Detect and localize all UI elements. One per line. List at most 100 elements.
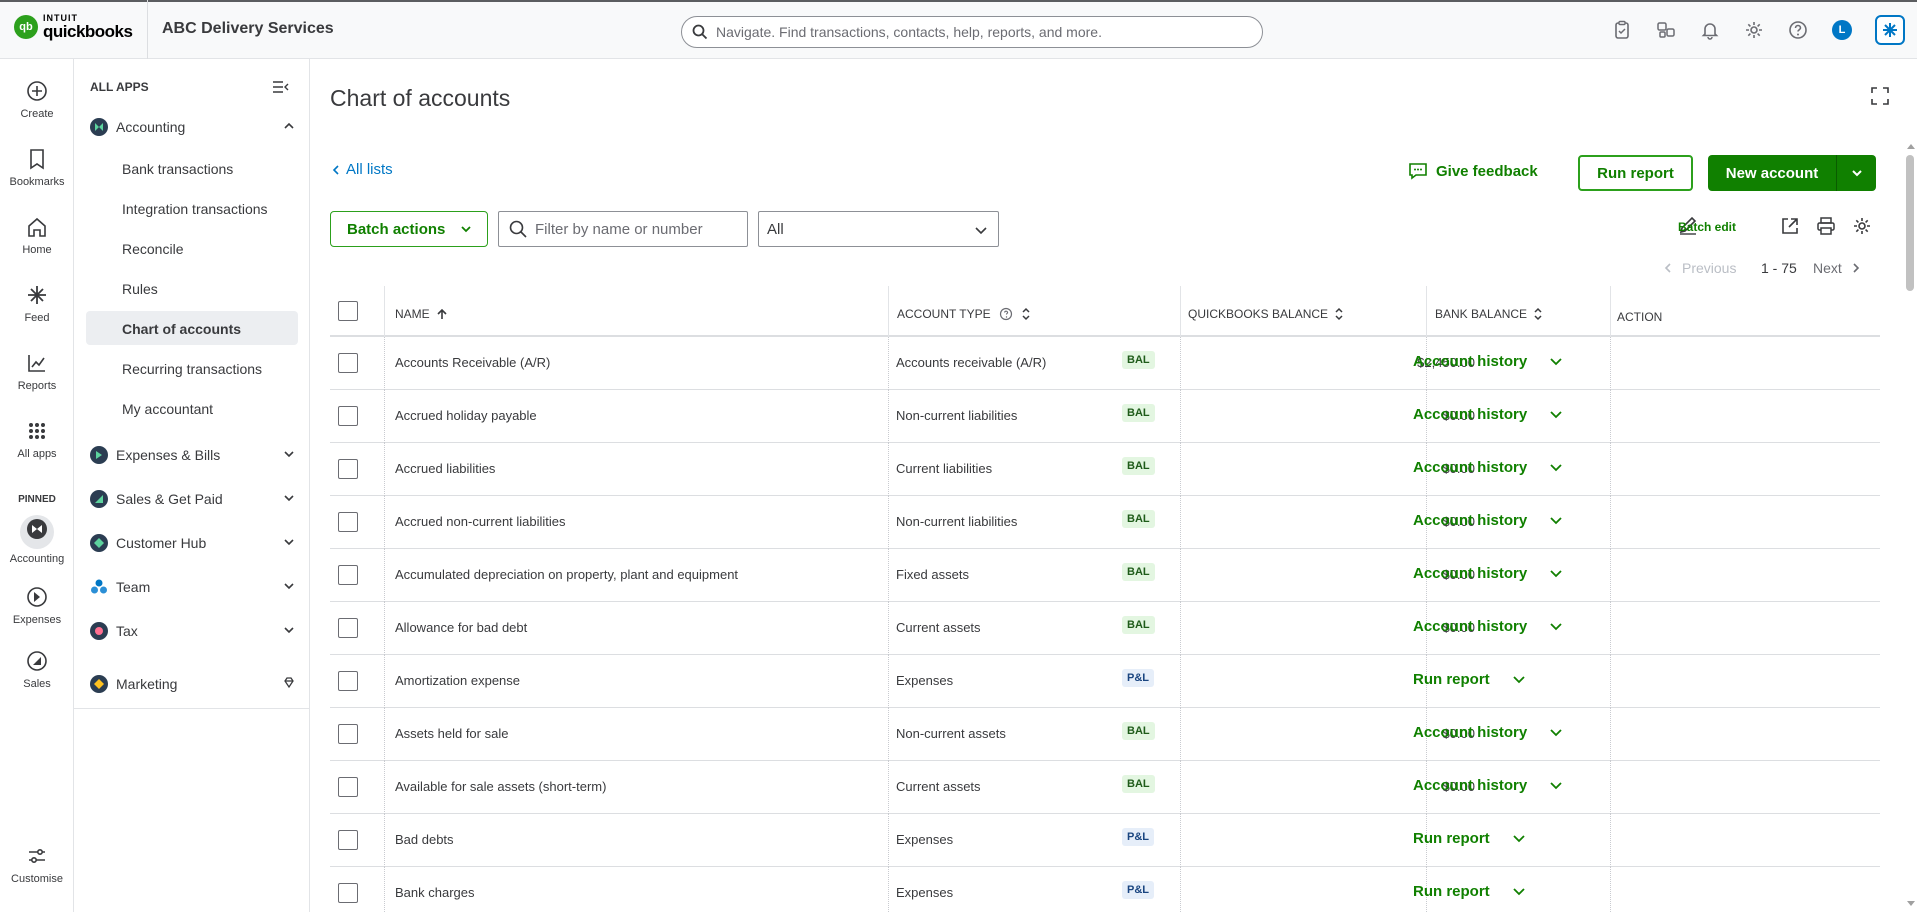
table-row[interactable]: Bank charges Expenses P&L Run report	[330, 867, 1880, 912]
chevron-down-icon[interactable]	[1549, 461, 1563, 475]
header-qb-balance[interactable]: QUICKBOOKS BALANCE	[1188, 307, 1344, 321]
rail-bookmarks[interactable]: Bookmarks	[0, 148, 74, 188]
chevron-down-icon[interactable]	[1512, 885, 1526, 899]
rail-customise[interactable]: Customise	[0, 845, 74, 885]
row-checkbox[interactable]	[338, 830, 358, 850]
chevron-down-icon[interactable]	[1549, 726, 1563, 740]
rail-pinned-sales[interactable]: Sales	[0, 650, 74, 690]
chevron-down-icon[interactable]	[1549, 514, 1563, 528]
gear-icon[interactable]	[1744, 20, 1764, 40]
batch-edit-link[interactable]: Batch edit	[1678, 220, 1736, 234]
nav-group-marketing[interactable]: Marketing	[90, 672, 296, 696]
nav-item-recurring-transactions[interactable]: Recurring transactions	[122, 359, 262, 379]
row-checkbox[interactable]	[338, 459, 358, 479]
search-input[interactable]	[716, 24, 1236, 40]
row-action[interactable]: Account history	[1413, 618, 1563, 635]
assistant-button[interactable]	[1875, 15, 1905, 45]
chevron-down-icon[interactable]	[1512, 832, 1526, 846]
nav-item-integration-transactions[interactable]: Integration transactions	[122, 199, 268, 219]
nav-group-accounting[interactable]: Accounting	[90, 115, 296, 139]
chevron-down-icon[interactable]	[1512, 673, 1526, 687]
row-action-label[interactable]: Account history	[1413, 618, 1527, 635]
scroll-up-icon[interactable]	[1906, 142, 1916, 150]
row-action[interactable]: Account history	[1413, 459, 1563, 476]
row-action[interactable]: Run report	[1413, 883, 1526, 900]
account-name[interactable]: Bad debts	[395, 832, 454, 847]
account-name[interactable]: Bank charges	[395, 885, 475, 900]
row-action-label[interactable]: Run report	[1413, 830, 1490, 847]
row-action-label[interactable]: Account history	[1413, 459, 1527, 476]
gear-icon[interactable]	[1852, 216, 1872, 236]
user-avatar[interactable]: L	[1832, 20, 1852, 40]
nav-item-chart-of-accounts[interactable]: Chart of accounts	[122, 319, 241, 339]
rail-create[interactable]: Create	[0, 80, 74, 120]
clipboard-icon[interactable]	[1612, 20, 1632, 40]
nav-group-tax[interactable]: Tax	[90, 619, 296, 643]
header-name[interactable]: NAME	[395, 307, 448, 321]
table-row[interactable]: Amortization expense Expenses P&L Run repor…	[330, 655, 1880, 708]
header-account-type[interactable]: ACCOUNT TYPE	[897, 307, 1031, 321]
row-checkbox[interactable]	[338, 883, 358, 903]
rail-all-apps[interactable]: All apps	[0, 420, 74, 460]
bell-icon[interactable]	[1700, 20, 1720, 40]
row-action[interactable]: Account history	[1413, 724, 1563, 741]
row-action[interactable]: Account history	[1413, 565, 1563, 582]
nav-group-sales[interactable]: Sales & Get Paid	[90, 487, 296, 511]
row-action[interactable]: Account history	[1413, 406, 1563, 423]
rail-home[interactable]: Home	[0, 216, 74, 256]
help-icon[interactable]	[1788, 20, 1808, 40]
row-action[interactable]: Account history	[1413, 512, 1563, 529]
row-action-label[interactable]: Run report	[1413, 883, 1490, 900]
rail-pinned-accounting[interactable]: Accounting	[0, 515, 74, 565]
table-row[interactable]: Accumulated depreciation on property, pl…	[330, 549, 1880, 602]
row-action-label[interactable]: Account history	[1413, 777, 1527, 794]
row-action-label[interactable]: Account history	[1413, 724, 1527, 741]
table-row[interactable]: Available for sale assets (short-term) Cu…	[330, 761, 1880, 814]
table-row[interactable]: Accrued holiday payable Non-current liabi…	[330, 390, 1880, 443]
row-action-label[interactable]: Account history	[1413, 406, 1527, 423]
apps-switch-icon[interactable]	[1656, 20, 1676, 40]
row-action[interactable]: Run report	[1413, 671, 1526, 688]
account-name[interactable]: Allowance for bad debt	[395, 620, 527, 635]
row-checkbox[interactable]	[338, 671, 358, 691]
table-row[interactable]: Allowance for bad debt Current assets BAL $…	[330, 602, 1880, 655]
fullscreen-icon[interactable]	[1871, 87, 1889, 105]
pager-next[interactable]: Next	[1813, 260, 1862, 276]
row-action-label[interactable]: Account history	[1413, 565, 1527, 582]
account-name[interactable]: Accrued non-current liabilities	[395, 514, 566, 529]
all-lists-link[interactable]: All lists	[330, 161, 393, 178]
table-row[interactable]: Accrued liabilities Current liabilities BA…	[330, 443, 1880, 496]
export-icon[interactable]	[1780, 216, 1800, 236]
collapse-panel-icon[interactable]	[272, 80, 290, 94]
account-type-select[interactable]: All	[758, 211, 999, 247]
account-name[interactable]: Accumulated depreciation on property, pl…	[395, 567, 738, 582]
give-feedback-link[interactable]: Give feedback	[1408, 161, 1538, 181]
row-checkbox[interactable]	[338, 777, 358, 797]
new-account-dropdown[interactable]	[1836, 155, 1876, 191]
nav-item-my-accountant[interactable]: My accountant	[122, 399, 213, 419]
account-name[interactable]: Accrued holiday payable	[395, 408, 537, 423]
filter-input[interactable]: Filter by name or number	[498, 211, 748, 247]
row-checkbox[interactable]	[338, 406, 358, 426]
row-action-label[interactable]: Account history	[1413, 512, 1527, 529]
nav-item-rules[interactable]: Rules	[122, 279, 158, 299]
row-checkbox[interactable]	[338, 512, 358, 532]
account-name[interactable]: Accounts Receivable (A/R)	[395, 355, 550, 370]
chevron-down-icon[interactable]	[1549, 779, 1563, 793]
row-action[interactable]: Run report	[1413, 830, 1526, 847]
header-bank-balance[interactable]: BANK BALANCE	[1435, 307, 1543, 321]
nav-item-bank-transactions[interactable]: Bank transactions	[122, 159, 233, 179]
chevron-down-icon[interactable]	[1549, 355, 1563, 369]
quickbooks-logo[interactable]: qb INTUIT quickbooks	[14, 14, 133, 40]
account-name[interactable]: Amortization expense	[395, 673, 520, 688]
row-action[interactable]: Account history	[1413, 777, 1563, 794]
rail-reports[interactable]: Reports	[0, 352, 74, 392]
account-name[interactable]: Accrued liabilities	[395, 461, 495, 476]
row-checkbox[interactable]	[338, 353, 358, 373]
row-checkbox[interactable]	[338, 724, 358, 744]
nav-item-reconcile[interactable]: Reconcile	[122, 239, 183, 259]
chevron-down-icon[interactable]	[1549, 620, 1563, 634]
run-report-button[interactable]: Run report	[1578, 155, 1693, 191]
nav-group-expenses-bills[interactable]: Expenses & Bills	[90, 443, 296, 467]
row-action-label[interactable]: Account history	[1413, 353, 1527, 370]
